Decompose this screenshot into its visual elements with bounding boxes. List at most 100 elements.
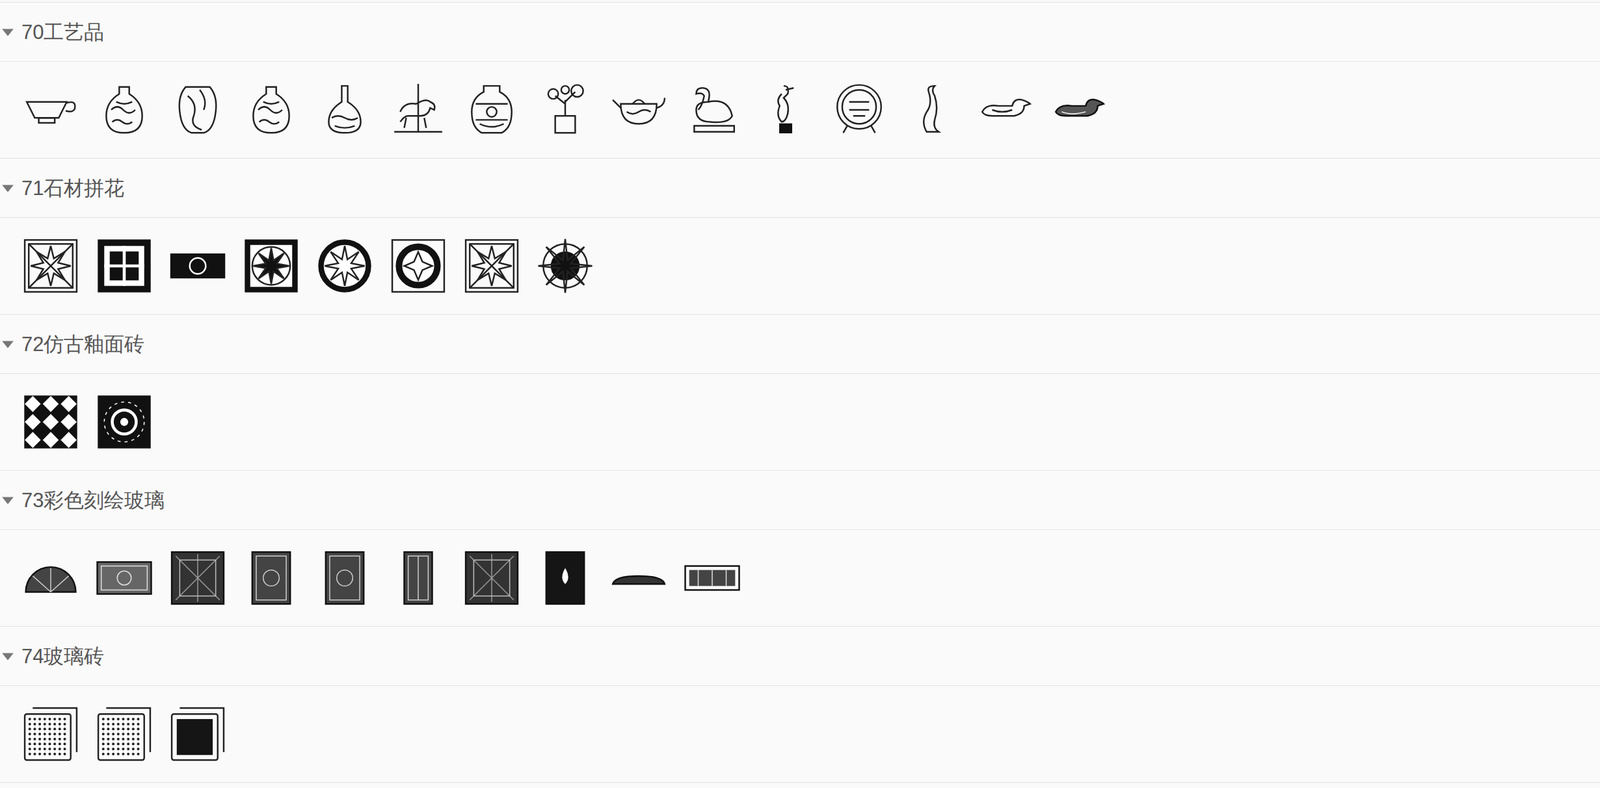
block-thumbnail[interactable] [22, 238, 79, 294]
tile-circle-icon[interactable] [96, 394, 153, 451]
category-section: 71石材拼花 [0, 158, 1600, 315]
block-thumbnail[interactable] [610, 550, 667, 607]
block-thumbnail[interactable] [537, 550, 594, 607]
block-thumbnail[interactable] [463, 81, 520, 138]
block-thumbnail[interactable] [316, 238, 373, 294]
block-thumbnail[interactable] [96, 394, 153, 451]
section-header[interactable]: 74玻璃砖 [0, 626, 1600, 687]
block-thumbnail[interactable] [978, 81, 1035, 138]
glass-dots-icon[interactable] [96, 706, 153, 763]
plate-icon[interactable] [831, 81, 888, 138]
block-thumbnail[interactable] [463, 238, 520, 294]
block-thumbnail[interactable] [537, 81, 594, 138]
panel-dark-icon[interactable] [537, 550, 594, 607]
category-section: 74玻璃砖 [0, 626, 1600, 784]
block-grid [0, 373, 1600, 471]
category-section: 73彩色刻绘玻璃 [0, 470, 1600, 627]
panel-wide-icon[interactable] [96, 550, 153, 607]
block-thumbnail[interactable] [169, 81, 226, 138]
vase-icon[interactable] [243, 81, 300, 138]
block-thumbnail[interactable] [96, 550, 153, 607]
square-circle-icon[interactable] [390, 238, 447, 294]
bottle-icon[interactable] [316, 81, 373, 138]
section-title[interactable]: 70工艺品 [21, 22, 105, 43]
block-thumbnail[interactable] [22, 394, 79, 451]
block-thumbnail[interactable] [684, 81, 741, 138]
arc-flat-icon[interactable] [610, 550, 667, 607]
block-thumbnail[interactable] [169, 706, 226, 763]
glass-dots-icon[interactable] [22, 706, 79, 763]
block-thumbnail[interactable] [390, 81, 447, 138]
section-header[interactable]: 73彩色刻绘玻璃 [0, 470, 1600, 531]
block-grid [0, 686, 1600, 784]
section-title[interactable]: 71石材拼花 [21, 178, 125, 199]
block-thumbnail[interactable] [463, 550, 520, 607]
disclosure-triangle-icon[interactable] [0, 180, 15, 196]
duck-dark-icon[interactable] [1051, 81, 1108, 138]
section-header[interactable]: 70工艺品 [0, 2, 1600, 62]
block-grid [0, 217, 1600, 315]
section-header[interactable]: 72仿古釉面砖 [0, 314, 1600, 374]
disclosure-triangle-icon[interactable] [0, 336, 15, 352]
block-thumbnail[interactable] [169, 550, 226, 607]
bonsai-icon[interactable] [537, 81, 594, 138]
tile-pattern-icon[interactable] [22, 394, 79, 451]
round-compass-icon[interactable] [537, 238, 594, 294]
arc-icon[interactable] [22, 550, 79, 607]
horse-icon[interactable] [390, 81, 447, 138]
duck-icon[interactable] [978, 81, 1035, 138]
crane-icon[interactable] [757, 81, 814, 138]
section-title[interactable]: 72仿古釉面砖 [21, 334, 145, 355]
jar-icon[interactable] [463, 81, 520, 138]
disclosure-triangle-icon[interactable] [0, 649, 15, 664]
block-thumbnail[interactable] [904, 81, 961, 138]
block-thumbnail[interactable] [390, 238, 447, 294]
square-grid-icon[interactable] [96, 238, 153, 294]
square-star-icon[interactable] [463, 238, 520, 294]
square-compass-icon[interactable] [243, 238, 300, 294]
block-thumbnail[interactable] [96, 706, 153, 763]
panel-icon[interactable] [463, 550, 520, 607]
category-section: 72仿古釉面砖 [0, 314, 1600, 471]
block-thumbnail[interactable] [22, 550, 79, 607]
section-title[interactable]: 74玻璃砖 [21, 646, 105, 667]
teapot-icon[interactable] [610, 81, 667, 138]
panel-strip-icon[interactable] [684, 550, 741, 607]
category-section: 70工艺品 [0, 2, 1600, 159]
swan-icon[interactable] [684, 81, 741, 138]
section-header[interactable]: 71石材拼花 [0, 158, 1600, 218]
block-thumbnail[interactable] [757, 81, 814, 138]
block-thumbnail[interactable] [243, 550, 300, 607]
block-thumbnail[interactable] [684, 550, 741, 607]
block-thumbnail[interactable] [316, 81, 373, 138]
block-thumbnail[interactable] [243, 238, 300, 294]
square-star-icon[interactable] [22, 238, 79, 294]
disclosure-triangle-icon[interactable] [0, 493, 15, 508]
round-star-icon[interactable] [316, 238, 373, 294]
bird-icon[interactable] [904, 81, 961, 138]
block-thumbnail[interactable] [390, 550, 447, 607]
strip-icon[interactable] [169, 238, 226, 294]
panel-narrow-icon[interactable] [390, 550, 447, 607]
block-thumbnail[interactable] [96, 238, 153, 294]
panel-mid-icon[interactable] [243, 550, 300, 607]
disclosure-triangle-icon[interactable] [0, 24, 15, 40]
block-thumbnail[interactable] [243, 81, 300, 138]
bowl-icon[interactable] [22, 81, 79, 138]
panel-mid-icon[interactable] [316, 550, 373, 607]
jar-tall-icon[interactable] [169, 81, 226, 138]
block-thumbnail[interactable] [1051, 81, 1108, 138]
block-grid [0, 530, 1600, 627]
block-thumbnail[interactable] [169, 238, 226, 294]
block-thumbnail[interactable] [22, 81, 79, 138]
block-thumbnail[interactable] [537, 238, 594, 294]
block-thumbnail[interactable] [610, 81, 667, 138]
section-title[interactable]: 73彩色刻绘玻璃 [21, 490, 165, 511]
block-thumbnail[interactable] [96, 81, 153, 138]
vase-icon[interactable] [96, 81, 153, 138]
glass-dark-icon[interactable] [169, 706, 226, 763]
block-thumbnail[interactable] [831, 81, 888, 138]
block-thumbnail[interactable] [316, 550, 373, 607]
panel-icon[interactable] [169, 550, 226, 607]
block-thumbnail[interactable] [22, 706, 79, 763]
